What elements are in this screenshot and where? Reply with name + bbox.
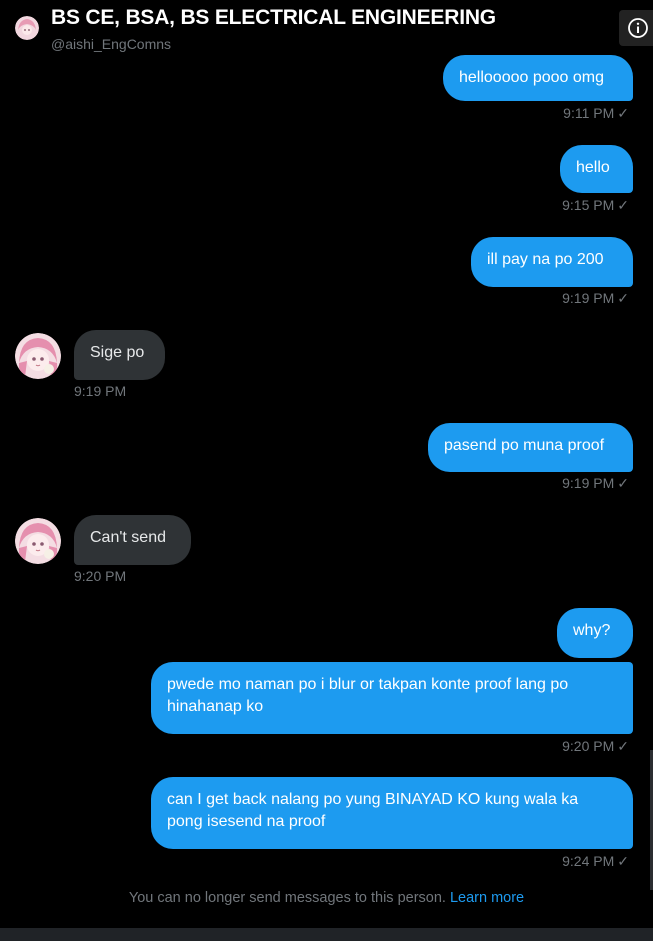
message-bubble-outgoing[interactable]: hellooooo pooo omg bbox=[443, 55, 633, 101]
sent-check-icon: ✓ bbox=[617, 105, 629, 121]
message-text: Can't send bbox=[90, 529, 166, 546]
message-timestamp: 9:20 PM bbox=[74, 568, 126, 584]
timestamp-text: 9:24 PM bbox=[562, 853, 615, 869]
message-timestamp: 9:11 PM ✓ bbox=[563, 105, 629, 122]
sent-check-icon: ✓ bbox=[617, 475, 629, 491]
timestamp-text: 9:15 PM bbox=[562, 197, 615, 213]
bottom-bar bbox=[0, 928, 653, 941]
message-timestamp: 9:19 PM ✓ bbox=[562, 475, 629, 492]
conversation-header: BS CE, BSA, BS ELECTRICAL ENGINEERING @a… bbox=[0, 0, 653, 56]
conversation-handle: @aishi_EngComns bbox=[51, 36, 172, 52]
message-timestamp: 9:20 PM ✓ bbox=[562, 738, 629, 755]
message-bubble-outgoing[interactable]: can I get back nalang po yung BINAYAD KO… bbox=[151, 777, 633, 849]
message-text: ill pay na po 200 bbox=[487, 251, 604, 268]
timestamp-text: 9:19 PM bbox=[562, 475, 615, 491]
timestamp-text: 9:19 PM bbox=[562, 290, 615, 306]
sent-check-icon: ✓ bbox=[617, 197, 629, 213]
sender-avatar[interactable] bbox=[15, 333, 61, 379]
sent-check-icon: ✓ bbox=[617, 738, 629, 754]
sent-check-icon: ✓ bbox=[617, 853, 629, 869]
message-bubble-outgoing[interactable]: ill pay na po 200 bbox=[471, 237, 633, 287]
header-avatar[interactable] bbox=[15, 16, 39, 40]
blocked-notice-text: You can no longer send messages to this … bbox=[128, 890, 446, 906]
message-timestamp: 9:15 PM ✓ bbox=[562, 197, 629, 214]
message-text: Sige po bbox=[90, 344, 145, 361]
message-bubble-incoming[interactable]: Sige po bbox=[74, 330, 165, 380]
message-bubble-outgoing[interactable]: hello bbox=[560, 145, 633, 193]
timestamp-text: 9:20 PM bbox=[74, 568, 127, 584]
learn-more-link[interactable]: Learn more bbox=[450, 890, 524, 906]
message-text: can I get back nalang po yung BINAYAD KO… bbox=[167, 791, 579, 830]
message-text: why? bbox=[573, 622, 611, 639]
message-timestamp: 9:24 PM ✓ bbox=[562, 853, 629, 870]
message-bubble-outgoing[interactable]: why? bbox=[557, 608, 633, 658]
message-bubble-incoming[interactable]: Can't send bbox=[74, 515, 191, 565]
sent-check-icon: ✓ bbox=[617, 290, 629, 306]
message-text: hellooooo pooo omg bbox=[459, 69, 605, 86]
message-bubble-outgoing[interactable]: pasend po muna proof bbox=[428, 423, 633, 472]
info-circle-icon bbox=[628, 18, 648, 38]
timestamp-text: 9:11 PM bbox=[563, 105, 615, 121]
info-button[interactable] bbox=[619, 10, 653, 46]
sender-avatar[interactable] bbox=[15, 518, 61, 564]
blocked-notice: You can no longer send messages to this … bbox=[0, 890, 653, 906]
message-timestamp: 9:19 PM bbox=[74, 383, 126, 399]
message-timestamp: 9:19 PM ✓ bbox=[562, 290, 629, 307]
message-text: pwede mo naman po i blur or takpan konte… bbox=[167, 676, 569, 715]
timestamp-text: 9:20 PM bbox=[562, 738, 615, 754]
conversation-title: BS CE, BSA, BS ELECTRICAL ENGINEERING bbox=[51, 6, 496, 29]
timestamp-text: 9:19 PM bbox=[74, 383, 127, 399]
message-text: hello bbox=[576, 159, 610, 176]
message-bubble-outgoing[interactable]: pwede mo naman po i blur or takpan konte… bbox=[151, 662, 633, 734]
message-text: pasend po muna proof bbox=[444, 437, 605, 454]
